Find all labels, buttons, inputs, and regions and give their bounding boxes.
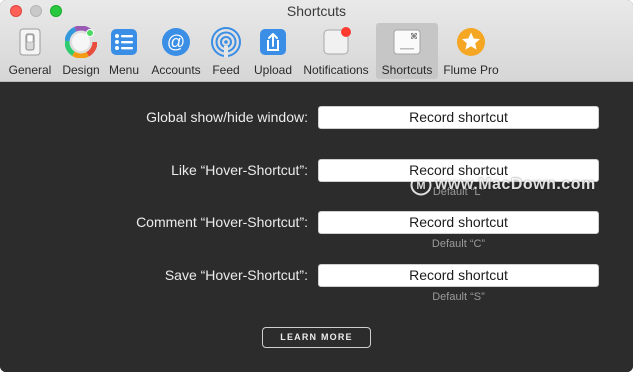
tab-menu[interactable]: Menu [104, 23, 144, 79]
tab-design[interactable]: Design [58, 23, 104, 79]
macdown-logo-icon: M [410, 174, 432, 196]
tab-flume-pro[interactable]: Flume Pro [441, 23, 501, 79]
svg-text:@: @ [167, 32, 185, 52]
tab-notifications[interactable]: Notifications [299, 23, 373, 79]
star-badge-icon [457, 28, 485, 56]
share-upload-icon [260, 29, 286, 55]
tab-label: Design [62, 63, 100, 77]
notification-badge-icon [323, 27, 351, 55]
global-shortcut-label: Global show/hide window: [146, 109, 308, 125]
save-default-hint: Default “S” [432, 291, 485, 303]
tab-feed[interactable]: Feed [206, 23, 246, 79]
record-global-shortcut-button[interactable]: Record shortcut [318, 106, 599, 129]
tab-label: Feed [212, 63, 240, 77]
tab-accounts[interactable]: @ Accounts [148, 23, 204, 79]
broadcast-icon [211, 27, 241, 57]
tab-label: Accounts [151, 63, 201, 77]
tab-label: Shortcuts [381, 63, 433, 77]
preferences-toolbar: General Design Menu @ Accounts Feed Uplo… [0, 22, 633, 80]
at-sign-icon: @ [162, 28, 190, 56]
tab-label: General [8, 63, 52, 77]
comment-default-hint: Default “C” [431, 238, 486, 250]
color-wheel-icon [65, 26, 97, 58]
tab-label: Notifications [303, 63, 369, 77]
watermark-text: www.MacDown.com [435, 176, 596, 193]
tab-label: Flume Pro [443, 63, 499, 77]
switch-icon [19, 28, 41, 56]
watermark: M www.MacDown.com [410, 174, 596, 198]
like-shortcut-label: Like “Hover-Shortcut”: [171, 162, 308, 178]
record-comment-shortcut-button[interactable]: Record shortcut [318, 211, 599, 234]
keyboard-key-icon: ⌘ [393, 29, 421, 55]
menu-list-icon [111, 29, 137, 55]
shortcuts-panel: Global show/hide window: Record shortcut… [0, 82, 633, 372]
svg-text:M: M [416, 180, 425, 192]
tab-shortcuts[interactable]: ⌘ Shortcuts [376, 23, 438, 79]
tab-label: Menu [108, 63, 140, 77]
learn-more-button[interactable]: LEARN MORE [262, 327, 371, 348]
comment-shortcut-label: Comment “Hover-Shortcut”: [136, 214, 308, 230]
save-shortcut-label: Save “Hover-Shortcut”: [164, 267, 308, 283]
window-title: Shortcuts [286, 3, 347, 19]
tab-label: Upload [253, 63, 293, 77]
title-bar: Shortcuts General Design Menu @ Accounts… [0, 0, 633, 82]
tab-upload[interactable]: Upload [250, 23, 296, 79]
preferences-window: Shortcuts General Design Menu @ Accounts… [0, 0, 633, 372]
record-save-shortcut-button[interactable]: Record shortcut [318, 264, 599, 287]
tab-general[interactable]: General [5, 23, 55, 79]
svg-text:⌘: ⌘ [410, 32, 418, 41]
